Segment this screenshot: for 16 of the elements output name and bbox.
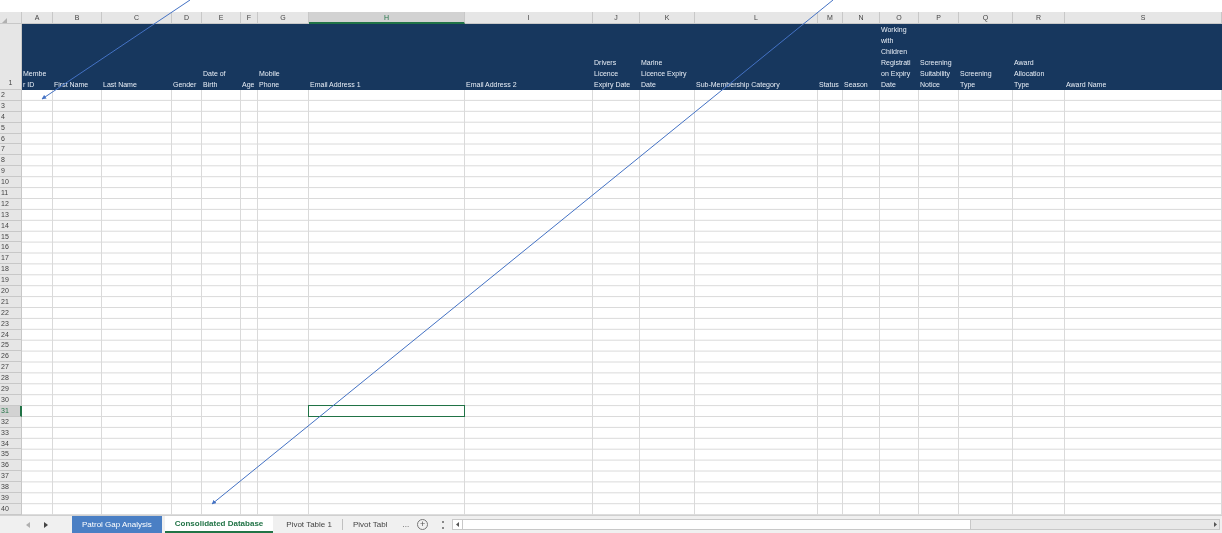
selected-cell[interactable] bbox=[308, 405, 465, 417]
sheet-tab[interactable]: Pivot Table 1 bbox=[276, 516, 342, 533]
sheet-tab[interactable]: Pivot Tabl bbox=[342, 516, 398, 533]
scroll-left-icon bbox=[456, 522, 460, 527]
sheet-tab[interactable]: Patrol Gap Analysis bbox=[72, 516, 162, 533]
splitter-icon[interactable] bbox=[442, 520, 445, 529]
scroll-right-icon[interactable] bbox=[44, 521, 48, 528]
corner-triangle-icon bbox=[2, 18, 7, 23]
scroll-left-button[interactable] bbox=[453, 520, 464, 529]
horizontal-scrollbar[interactable] bbox=[452, 519, 1220, 530]
scroll-right-icon[interactable] bbox=[1214, 522, 1217, 527]
scroll-left-icon[interactable] bbox=[26, 521, 30, 528]
sheet-tab[interactable]: Consolidated Database bbox=[164, 516, 274, 533]
scrollbar-thumb[interactable] bbox=[463, 520, 972, 529]
select-all-corner[interactable] bbox=[0, 12, 22, 24]
more-tabs-button[interactable]: ... bbox=[400, 516, 412, 533]
